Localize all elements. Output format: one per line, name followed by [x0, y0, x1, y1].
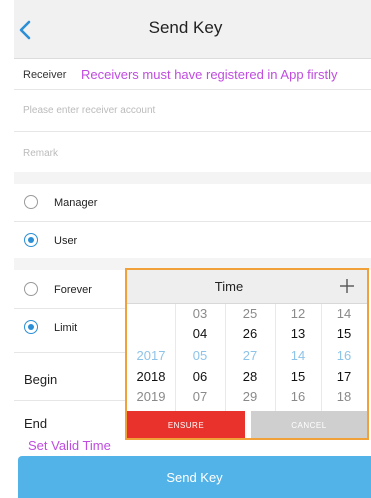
- day-wheel[interactable]: 25 26 27 28 29: [225, 306, 275, 410]
- receiver-hint: Receivers must have registered in App fi…: [81, 67, 338, 82]
- chevron-left-icon[interactable]: [14, 18, 36, 42]
- wheel-cell: 2019: [136, 389, 166, 404]
- role-option-manager[interactable]: Manager: [14, 184, 371, 220]
- page-title: Send Key: [148, 18, 223, 37]
- valid-time-hint: Set Valid Time: [28, 438, 111, 453]
- radio-button[interactable]: [24, 195, 38, 209]
- divider: [14, 89, 371, 90]
- radio-button[interactable]: [24, 282, 38, 296]
- validity-label: Forever: [54, 284, 92, 296]
- time-picker-dialog: Time 2017 2018 2019 03 04 05 06 07 25 26…: [125, 268, 369, 440]
- send-key-screen: Send Key Receiver Receivers must have re…: [0, 0, 371, 498]
- ensure-button[interactable]: ENSURE: [127, 411, 245, 438]
- year-wheel[interactable]: 2017 2018 2019: [127, 306, 175, 410]
- wheel-cell: 2018: [136, 369, 166, 384]
- receiver-account-input[interactable]: [23, 98, 363, 122]
- wheel-cell-selected: 05: [192, 348, 208, 363]
- wheel-cell: 16: [290, 389, 306, 404]
- validity-option-forever[interactable]: Forever: [14, 271, 124, 307]
- end-time-row[interactable]: End: [24, 416, 47, 431]
- wheel-cell-selected: 27: [242, 348, 258, 363]
- section-separator: [14, 172, 371, 184]
- send-key-button[interactable]: Send Key: [18, 456, 371, 498]
- remark-input[interactable]: [23, 141, 363, 165]
- cancel-button[interactable]: CANCEL: [251, 411, 367, 438]
- wheel-cell: 26: [242, 326, 258, 341]
- wheel-cell-selected: 14: [290, 348, 306, 363]
- wheel-cell-selected: 16: [336, 348, 352, 363]
- receiver-label: Receiver: [23, 69, 67, 81]
- wheel-cell: 07: [192, 389, 208, 404]
- wheel-cell: 13: [290, 326, 306, 341]
- wheel-cell: 15: [336, 326, 352, 341]
- wheel-cell-selected: 2017: [136, 348, 166, 363]
- wheel-cell: 18: [336, 389, 352, 404]
- begin-time-row[interactable]: Begin: [24, 372, 57, 387]
- wheel-cell: 03: [192, 306, 208, 321]
- plus-icon[interactable]: [339, 278, 355, 294]
- wheel-cell: 15: [290, 369, 306, 384]
- wheel-cell: 14: [336, 306, 352, 321]
- role-label: User: [54, 235, 78, 247]
- wheel-cell: 28: [242, 369, 258, 384]
- wheel-cell: 17: [336, 369, 352, 384]
- radio-button-selected[interactable]: [24, 233, 38, 247]
- divider: [14, 400, 125, 401]
- role-option-user[interactable]: User: [14, 222, 371, 258]
- divider: [14, 131, 371, 132]
- validity-label: Limit: [54, 322, 78, 334]
- divider: [14, 352, 125, 353]
- role-label: Manager: [54, 197, 98, 209]
- picker-title: Time: [214, 279, 244, 294]
- wheel-cell: 29: [242, 389, 258, 404]
- hour-wheel[interactable]: 12 13 14 15 16: [275, 306, 321, 410]
- wheel-cell: 25: [242, 306, 258, 321]
- validity-option-limit[interactable]: Limit: [14, 309, 124, 345]
- wheel-cell: 12: [290, 306, 306, 321]
- radio-button-selected[interactable]: [24, 320, 38, 334]
- minute-wheel[interactable]: 14 15 16 17 18: [321, 306, 367, 410]
- wheel-cell: 06: [192, 369, 208, 384]
- month-wheel[interactable]: 03 04 05 06 07: [175, 306, 225, 410]
- wheel-cell: 04: [192, 326, 208, 341]
